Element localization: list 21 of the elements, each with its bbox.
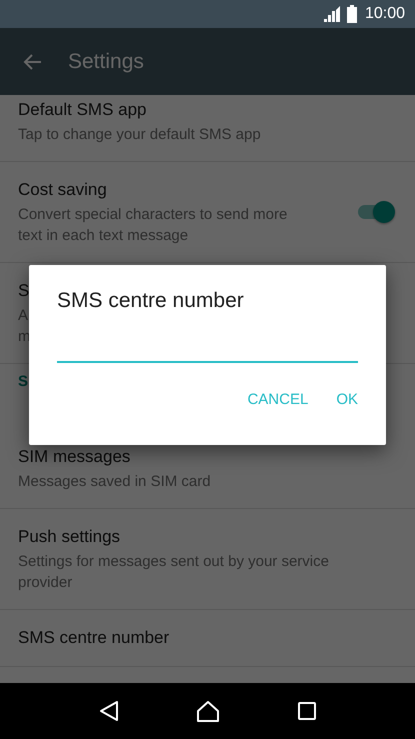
signal-icon: [322, 6, 341, 22]
back-arrow-icon[interactable]: [22, 52, 42, 72]
setting-title[interactable]: Cost saving: [18, 178, 355, 202]
setting-summary: Messages saved in SIM card: [18, 472, 212, 492]
setting-title[interactable]: SIM messages: [18, 445, 397, 469]
recents-icon[interactable]: [296, 701, 317, 721]
setting-summary: Tap to change your default SMS app: [18, 125, 262, 145]
setting-title[interactable]: Push settings: [18, 525, 397, 549]
cancel-button[interactable]: CANCEL: [237, 383, 318, 416]
setting-summary: Convert special characters to send more text in each text message: [18, 205, 288, 246]
setting-title[interactable]: SMS centre number: [18, 626, 397, 650]
screen-title: Settings: [68, 50, 144, 74]
home-icon[interactable]: [196, 699, 220, 723]
ok-button[interactable]: OK: [326, 383, 368, 416]
section-header: S: [18, 373, 28, 390]
setting-title[interactable]: Default SMS app: [18, 98, 397, 122]
dialog-title: SMS centre number: [57, 289, 245, 313]
back-icon[interactable]: [98, 700, 120, 722]
battery-icon: [346, 5, 357, 23]
status-time: 10:00: [364, 5, 405, 23]
setting-summary: Settings for messages sent out by your service provider: [18, 552, 330, 593]
